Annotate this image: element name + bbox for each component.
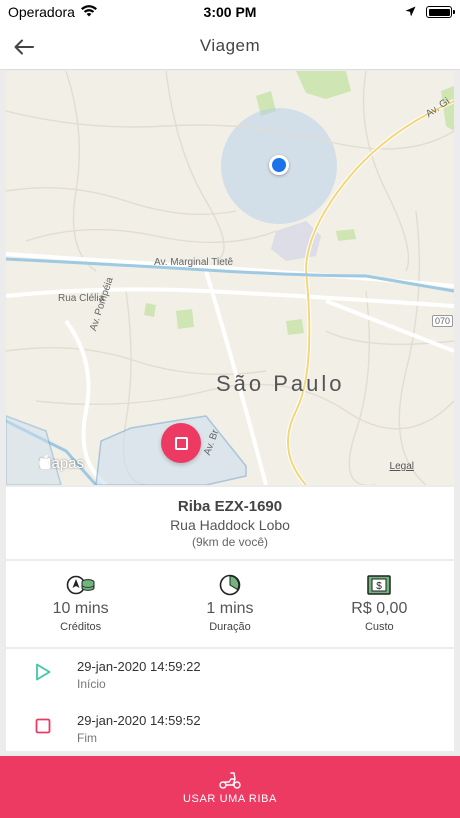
status-time: 3:00 PM bbox=[203, 4, 257, 20]
street-label: Av. Marginal Tietê bbox=[154, 257, 234, 268]
stat-credits: 10 mins Créditos bbox=[6, 561, 155, 647]
vehicle-address: Rua Haddock Lobo bbox=[170, 517, 290, 533]
stat-duration-label: Duração bbox=[209, 621, 251, 633]
use-riba-button[interactable]: USAR UMA RIBA bbox=[0, 756, 460, 818]
timeline-end-date: 29-jan-2020 14:59:52 bbox=[77, 713, 201, 728]
use-riba-label: USAR UMA RIBA bbox=[183, 793, 277, 805]
timeline-end-label: Fim bbox=[77, 731, 97, 745]
maps-brand: Mapas bbox=[39, 455, 84, 472]
current-location-dot bbox=[269, 155, 289, 175]
play-icon bbox=[34, 663, 52, 681]
trip-timeline: 29-jan-2020 14:59:22 Início 29-jan-2020 … bbox=[6, 649, 454, 751]
stat-credits-label: Créditos bbox=[60, 621, 102, 633]
timeline-end-row: 29-jan-2020 14:59:52 Fim bbox=[6, 705, 454, 749]
timeline-start-row: 29-jan-2020 14:59:22 Início bbox=[6, 651, 454, 695]
svg-text:$: $ bbox=[377, 581, 383, 592]
stat-credits-value: 10 mins bbox=[52, 600, 109, 617]
status-bar: Operadora 3:00 PM bbox=[0, 0, 460, 24]
stat-cost: $ R$ 0,00 Custo bbox=[305, 561, 454, 647]
battery-icon bbox=[426, 6, 455, 18]
clock-pie-icon bbox=[219, 574, 241, 596]
scooter-icon bbox=[219, 771, 241, 789]
map-view[interactable]: Av. Marginal Tietê Rua Clélia Av. Pompéi… bbox=[6, 71, 454, 485]
stop-trip-button[interactable] bbox=[161, 423, 201, 463]
city-label: São Paulo bbox=[216, 371, 345, 396]
trip-stats: 10 mins Créditos 1 mins Duração $ R$ 0,0… bbox=[6, 561, 454, 647]
stat-duration-value: 1 mins bbox=[206, 600, 254, 617]
stop-square-icon bbox=[34, 717, 52, 735]
stat-cost-value: R$ 0,00 bbox=[351, 600, 408, 617]
apple-logo-icon bbox=[39, 455, 51, 469]
nav-bar: Viagem bbox=[0, 24, 460, 70]
status-right bbox=[405, 4, 455, 20]
stat-cost-label: Custo bbox=[364, 621, 394, 633]
vehicle-distance: (9km de você) bbox=[191, 535, 269, 549]
vehicle-card: Riba EZX-1690 Rua Haddock Lobo (9km de v… bbox=[6, 487, 454, 559]
stop-square-icon bbox=[174, 436, 188, 450]
stat-duration: 1 mins Duração bbox=[155, 561, 304, 647]
page-title: Viagem bbox=[199, 36, 261, 55]
map-canvas bbox=[6, 71, 454, 485]
location-arrow-icon bbox=[405, 4, 416, 20]
credits-coins-icon bbox=[66, 574, 96, 596]
legal-link[interactable]: Legal bbox=[390, 461, 414, 472]
money-bill-icon: $ bbox=[367, 574, 392, 596]
timeline-start-date: 29-jan-2020 14:59:22 bbox=[77, 659, 201, 674]
route-shield: 070 bbox=[432, 315, 454, 327]
vehicle-name: Riba EZX-1690 bbox=[177, 498, 283, 515]
timeline-start-label: Início bbox=[77, 677, 106, 691]
